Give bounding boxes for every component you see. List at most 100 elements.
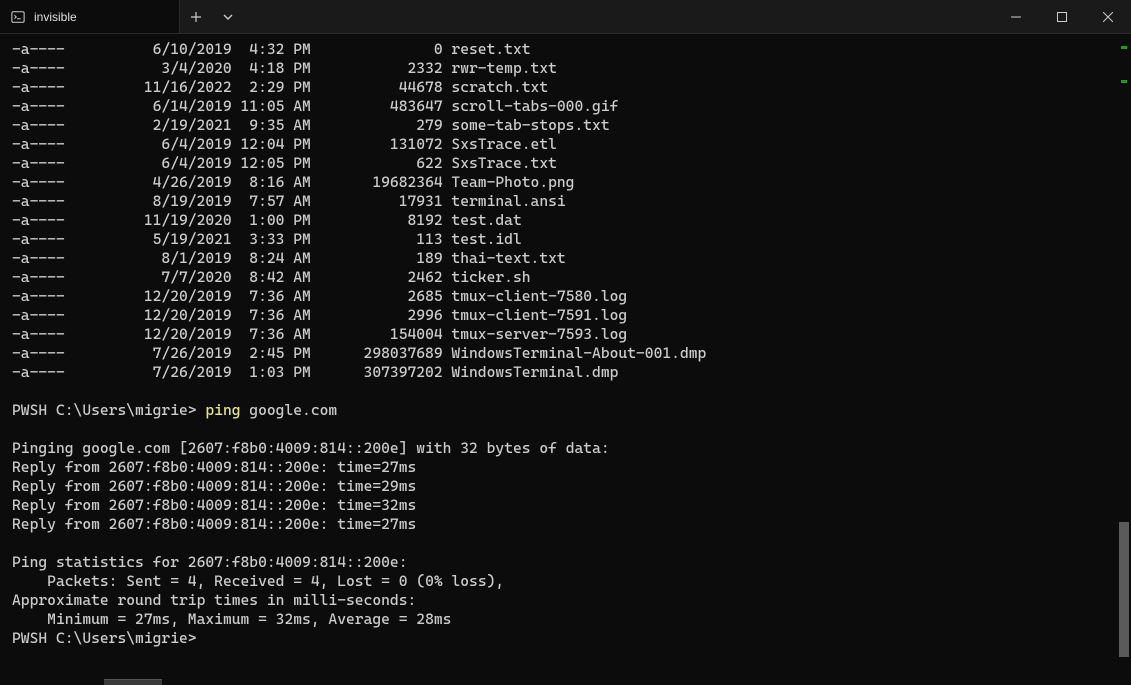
file-mode: -a---- bbox=[12, 116, 65, 135]
file-name: WindowsTerminal.dmp bbox=[443, 363, 619, 382]
file-size: 17931 bbox=[311, 192, 443, 211]
file-name: tmux-client-7580.log bbox=[443, 287, 628, 306]
file-time: 8:24 AM bbox=[232, 249, 311, 268]
file-mode: -a---- bbox=[12, 40, 65, 59]
file-size: 2996 bbox=[311, 306, 443, 325]
file-time: 7:57 AM bbox=[232, 192, 311, 211]
file-row: -a----7/7/20208:42 AM2462ticker.sh bbox=[12, 268, 1119, 287]
file-row: -a----8/1/20198:24 AM189thai-text.txt bbox=[12, 249, 1119, 268]
minimize-button[interactable] bbox=[993, 0, 1039, 33]
file-time: 3:33 PM bbox=[232, 230, 311, 249]
file-size: 19682364 bbox=[311, 173, 443, 192]
ping-packets: Packets: Sent = 4, Received = 4, Lost = … bbox=[12, 572, 1119, 591]
file-row: -a----12/20/20197:36 AM2996tmux-client-7… bbox=[12, 306, 1119, 325]
ping-reply: Reply from 2607:f8b0:4009:814::200e: tim… bbox=[12, 458, 1119, 477]
taskbar-peek-icon bbox=[104, 679, 162, 685]
file-mode: -a---- bbox=[12, 325, 65, 344]
file-size: 0 bbox=[311, 40, 443, 59]
scrollbar-thumb[interactable] bbox=[1119, 522, 1129, 657]
file-mode: -a---- bbox=[12, 173, 65, 192]
file-size: 2685 bbox=[311, 287, 443, 306]
file-row: -a----11/19/20201:00 PM8192test.dat bbox=[12, 211, 1119, 230]
file-name: WindowsTerminal-About-001.dmp bbox=[443, 344, 707, 363]
file-date: 12/20/2019 bbox=[65, 306, 232, 325]
file-date: 7/7/2020 bbox=[65, 268, 232, 287]
file-row: -a----3/4/20204:18 PM2332rwr-temp.txt bbox=[12, 59, 1119, 78]
file-name: tmux-server-7593.log bbox=[443, 325, 628, 344]
file-name: ticker.sh bbox=[443, 268, 531, 287]
file-mode: -a---- bbox=[12, 268, 65, 287]
file-name: Team-Photo.png bbox=[443, 173, 575, 192]
file-row: -a----2/19/20219:35 AM279some-tab-stops.… bbox=[12, 116, 1119, 135]
new-tab-button[interactable] bbox=[180, 0, 212, 33]
file-time: 7:36 AM bbox=[232, 306, 311, 325]
tab-active[interactable]: invisible ✕ bbox=[0, 0, 180, 33]
file-name: tmux-client-7591.log bbox=[443, 306, 628, 325]
file-mode: -a---- bbox=[12, 154, 65, 173]
file-time: 4:18 PM bbox=[232, 59, 311, 78]
prompt-line[interactable]: PWSH C:\Users\migrie> bbox=[12, 629, 1119, 648]
ping-rtt-header: Approximate round trip times in milli-se… bbox=[12, 591, 1119, 610]
file-mode: -a---- bbox=[12, 344, 65, 363]
prompt-prefix: PWSH C:\Users\migrie> bbox=[12, 401, 205, 419]
file-mode: -a---- bbox=[12, 211, 65, 230]
file-size: 279 bbox=[311, 116, 443, 135]
file-size: 622 bbox=[311, 154, 443, 173]
file-time: 1:03 PM bbox=[232, 363, 311, 382]
file-time: 8:42 AM bbox=[232, 268, 311, 287]
file-name: test.dat bbox=[443, 211, 522, 230]
file-mode: -a---- bbox=[12, 249, 65, 268]
prompt-line: PWSH C:\Users\migrie> ping google.com bbox=[12, 401, 1119, 420]
file-date: 8/1/2019 bbox=[65, 249, 232, 268]
file-date: 6/4/2019 bbox=[65, 154, 232, 173]
file-time: 7:36 AM bbox=[232, 325, 311, 344]
file-row: -a----6/10/20194:32 PM0reset.txt bbox=[12, 40, 1119, 59]
file-time: 12:05 PM bbox=[232, 154, 311, 173]
file-date: 11/19/2020 bbox=[65, 211, 232, 230]
file-mode: -a---- bbox=[12, 78, 65, 97]
file-name: some-tab-stops.txt bbox=[443, 116, 610, 135]
file-date: 7/26/2019 bbox=[65, 363, 232, 382]
file-date: 6/14/2019 bbox=[65, 97, 232, 116]
file-name: thai-text.txt bbox=[443, 249, 566, 268]
file-size: 131072 bbox=[311, 135, 443, 154]
file-mode: -a---- bbox=[12, 97, 65, 116]
file-date: 8/19/2019 bbox=[65, 192, 232, 211]
tab-title: invisible bbox=[34, 10, 143, 24]
file-time: 7:36 AM bbox=[232, 287, 311, 306]
titlebar: invisible ✕ bbox=[0, 0, 1131, 34]
file-name: reset.txt bbox=[443, 40, 531, 59]
scroll-mark-icon bbox=[1121, 80, 1127, 83]
file-date: 6/10/2019 bbox=[65, 40, 232, 59]
file-date: 12/20/2019 bbox=[65, 287, 232, 306]
file-size: 189 bbox=[311, 249, 443, 268]
file-row: -a----7/26/20192:45 PM298037689WindowsTe… bbox=[12, 344, 1119, 363]
file-row: -a----12/20/20197:36 AM154004tmux-server… bbox=[12, 325, 1119, 344]
terminal-icon bbox=[10, 9, 26, 25]
command-name: ping bbox=[205, 401, 240, 419]
terminal-output[interactable]: -a----6/10/20194:32 PM0reset.txt-a----3/… bbox=[0, 34, 1131, 685]
file-name: scroll-tabs-000.gif bbox=[443, 97, 619, 116]
ping-reply: Reply from 2607:f8b0:4009:814::200e: tim… bbox=[12, 515, 1119, 534]
maximize-button[interactable] bbox=[1039, 0, 1085, 33]
file-row: -a----4/26/20198:16 AM19682364Team-Photo… bbox=[12, 173, 1119, 192]
file-row: -a----6/4/201912:04 PM131072SxsTrace.etl bbox=[12, 135, 1119, 154]
file-mode: -a---- bbox=[12, 287, 65, 306]
ping-rtt-values: Minimum = 27ms, Maximum = 32ms, Average … bbox=[12, 610, 1119, 629]
file-date: 6/4/2019 bbox=[65, 135, 232, 154]
file-name: terminal.ansi bbox=[443, 192, 566, 211]
tab-dropdown-button[interactable] bbox=[212, 0, 244, 33]
file-name: rwr-temp.txt bbox=[443, 59, 557, 78]
ping-reply: Reply from 2607:f8b0:4009:814::200e: tim… bbox=[12, 477, 1119, 496]
file-row: -a----6/4/201912:05 PM622SxsTrace.txt bbox=[12, 154, 1119, 173]
titlebar-drag-area[interactable] bbox=[244, 0, 993, 33]
file-size: 483647 bbox=[311, 97, 443, 116]
close-button[interactable] bbox=[1085, 0, 1131, 33]
file-row: -a----11/16/20222:29 PM44678scratch.txt bbox=[12, 78, 1119, 97]
file-size: 113 bbox=[311, 230, 443, 249]
file-mode: -a---- bbox=[12, 306, 65, 325]
ping-stats-header: Ping statistics for 2607:f8b0:4009:814::… bbox=[12, 553, 1119, 572]
scrollbar-track[interactable] bbox=[1117, 34, 1131, 679]
file-date: 5/19/2021 bbox=[65, 230, 232, 249]
file-date: 3/4/2020 bbox=[65, 59, 232, 78]
